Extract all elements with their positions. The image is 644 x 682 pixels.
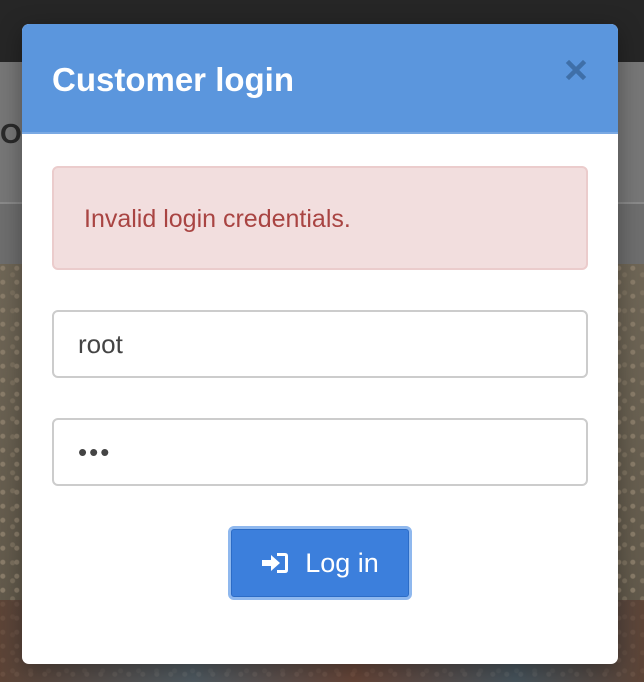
login-button-label: Log in bbox=[305, 548, 379, 578]
modal-header: Customer login bbox=[22, 24, 618, 134]
sign-in-icon bbox=[262, 553, 289, 573]
modal-body: Invalid login credentials. Log in bbox=[22, 136, 618, 664]
close-button[interactable] bbox=[560, 54, 592, 86]
password-input[interactable] bbox=[52, 418, 588, 486]
close-icon bbox=[565, 59, 587, 81]
login-modal: Customer login Invalid login credentials… bbox=[22, 24, 618, 664]
login-button[interactable]: Log in bbox=[228, 526, 412, 600]
error-message: Invalid login credentials. bbox=[84, 205, 351, 233]
username-input[interactable] bbox=[52, 310, 588, 378]
modal-title: Customer login bbox=[52, 61, 295, 98]
error-alert: Invalid login credentials. bbox=[52, 166, 588, 270]
